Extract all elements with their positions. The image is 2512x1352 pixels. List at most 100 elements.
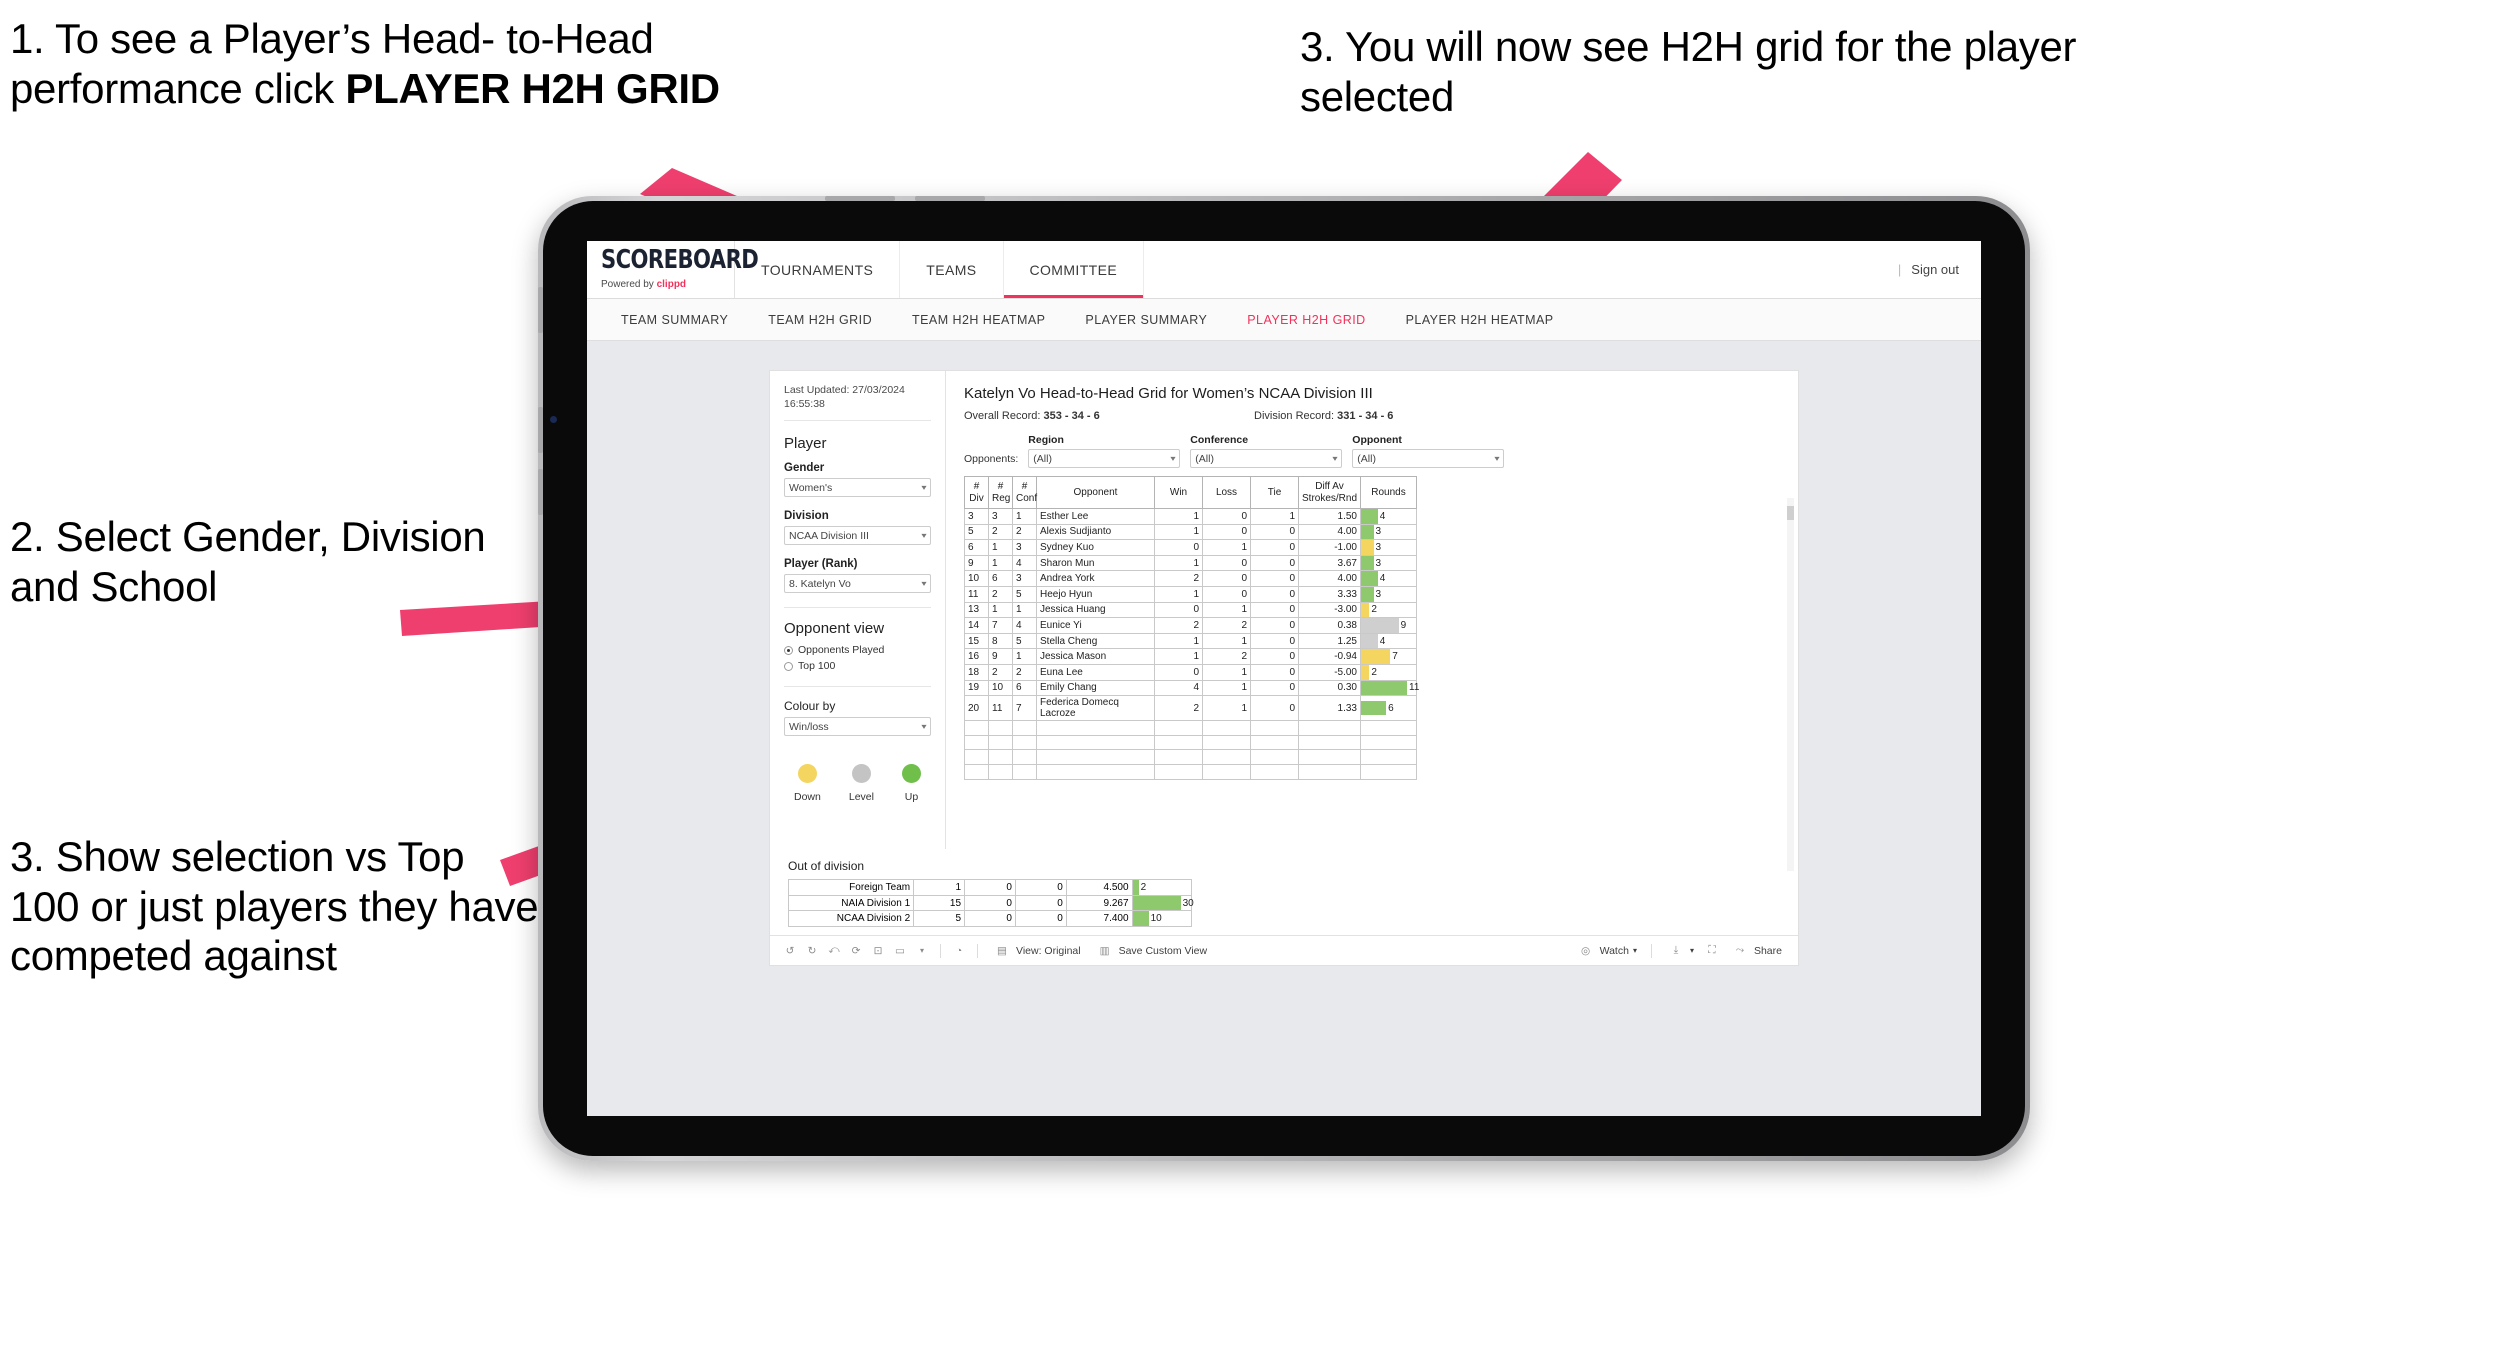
region-select[interactable]: (All) ▾ <box>1028 449 1181 468</box>
revert-icon[interactable]: ⤺ <box>824 941 844 961</box>
table-row[interactable]: 9 1 4 Sharon Mun 1 0 0 3.67 3 <box>964 554 1417 572</box>
cell-reg: 10 <box>988 679 1013 697</box>
table-scrollbar-thumb[interactable] <box>1787 506 1794 520</box>
chevron-down-icon[interactable]: ▾ <box>912 941 932 961</box>
table-row[interactable]: 13 1 1 Jessica Huang 0 1 0 -3.00 2 <box>964 601 1417 619</box>
radio-top-100-label: Top 100 <box>798 660 836 673</box>
cell-rounds: 3 <box>1360 523 1417 541</box>
table-row[interactable]: 15 8 5 Stella Cheng 1 1 0 1.25 4 <box>964 632 1417 650</box>
undo-icon[interactable]: ↺ <box>780 941 800 961</box>
cell-ood-loss: 0 <box>964 910 1016 927</box>
out-of-division-body: Foreign Team 1 0 0 4.500 2 NAIA Division 1 15 0 0… <box>787 879 1194 927</box>
radio-top-100[interactable]: Top 100 <box>784 660 931 672</box>
col-win[interactable]: Win <box>1154 476 1203 509</box>
cell-tie: 0 <box>1250 663 1299 681</box>
power-button[interactable] <box>538 287 543 333</box>
nav-item-teams[interactable]: TEAMS <box>900 241 1004 298</box>
gender-select-value: Women's <box>789 481 833 494</box>
redo-icon[interactable]: ↻ <box>802 941 822 961</box>
table-row[interactable]: 14 7 4 Eunice Yi 2 2 0 0.38 9 <box>964 617 1417 634</box>
cell-div: 6 <box>964 539 989 556</box>
cell-opponent: Heejo Hyun <box>1036 585 1155 603</box>
table-row-empty <box>964 749 1417 765</box>
cell-win: 1 <box>1154 523 1203 541</box>
player-rank-select[interactable]: 8. Katelyn Vo ▾ <box>784 574 931 594</box>
division-select[interactable]: NCAA Division III ▾ <box>784 526 931 546</box>
zoom-icon[interactable]: ▭ <box>890 941 910 961</box>
view-original-button[interactable]: ▤ View: Original <box>986 941 1087 961</box>
table-row[interactable]: 3 3 1 Esther Lee 1 0 1 1.50 4 <box>964 508 1417 525</box>
table-row[interactable]: 5 2 2 Alexis Sudjianto 1 0 0 4.00 3 <box>964 523 1417 541</box>
col-diff-av[interactable]: Diff Av Strokes/Rnd <box>1298 476 1361 509</box>
col-reg[interactable]: # Reg <box>988 476 1013 509</box>
nav-item-committee[interactable]: COMMITTEE <box>1004 241 1145 298</box>
tab-team-h2h-heatmap[interactable]: TEAM H2H HEATMAP <box>892 299 1065 341</box>
col-opponent[interactable]: Opponent <box>1036 476 1155 509</box>
filter-opponent: Opponent (All) ▾ <box>1352 434 1505 468</box>
out-of-division-row[interactable]: Foreign Team 1 0 0 4.500 2 <box>787 879 1193 896</box>
logo-wordmark: SCOREBOARD <box>601 245 759 275</box>
tab-player-h2h-grid[interactable]: PLAYER H2H GRID <box>1227 299 1385 341</box>
volume-down-button[interactable] <box>915 196 985 201</box>
conference-select[interactable]: (All) ▾ <box>1190 449 1343 468</box>
radio-opponents-played[interactable]: Opponents Played <box>784 644 931 656</box>
sidebar-divider-2 <box>784 686 931 688</box>
cell-tie: 0 <box>1250 523 1299 541</box>
table-row[interactable]: 10 6 3 Andrea York 2 0 0 4.00 4 <box>964 570 1417 587</box>
side-button-2[interactable] <box>538 407 543 453</box>
tab-team-summary[interactable]: TEAM SUMMARY <box>601 299 748 341</box>
nav-item-tournaments[interactable]: TOURNAMENTS <box>735 241 901 298</box>
cell-div: 13 <box>964 601 989 619</box>
alert-icon[interactable]: ◔ <box>949 941 969 961</box>
tab-team-h2h-grid[interactable]: TEAM H2H GRID <box>748 299 892 341</box>
tab-player-summary[interactable]: PLAYER SUMMARY <box>1065 299 1227 341</box>
col-conf[interactable]: # Conf <box>1012 476 1037 509</box>
out-of-division-row[interactable]: NAIA Division 1 15 0 0 9.267 30 <box>787 894 1194 912</box>
table-row[interactable]: 6 1 3 Sydney Kuo 0 1 0 -1.00 3 <box>964 539 1417 556</box>
cell-reg: 2 <box>988 523 1013 541</box>
side-button-3[interactable] <box>538 469 543 515</box>
col-tie[interactable]: Tie <box>1250 476 1299 509</box>
refresh-icon[interactable]: ⟳ <box>846 941 866 961</box>
download-button[interactable]: ⤓ ▾ <box>1660 941 1700 961</box>
cell-tie: 0 <box>1250 695 1299 722</box>
app-header: SCOREBOARD Powered by clippd TOURNAMENTS… <box>587 241 1981 299</box>
watch-button[interactable]: ◎ Watch ▾ <box>1570 941 1643 961</box>
col-loss[interactable]: Loss <box>1202 476 1251 509</box>
cell-win: 0 <box>1154 601 1203 619</box>
header-right: | Sign out <box>1898 262 1981 277</box>
volume-up-button[interactable] <box>825 196 895 201</box>
col-div[interactable]: # Div <box>964 476 989 509</box>
filter-region-caption: Region <box>1028 434 1064 446</box>
legend-dot-level-icon <box>851 764 871 784</box>
h2h-table: #Div #Reg #Conf Opponent Win Loss Tie <box>964 476 1419 780</box>
col-rounds[interactable]: Rounds <box>1360 476 1417 509</box>
filters-sidebar: Last Updated: 27/03/2024 16:55:38 Player… <box>770 371 946 850</box>
cell-conf: 1 <box>1012 648 1037 665</box>
gender-select[interactable]: Women's ▾ <box>784 478 931 498</box>
annotation-1-line1: 1. To see a Player’s Head- <box>10 15 495 62</box>
table-row[interactable]: 16 9 1 Jessica Mason 1 2 0 -0.94 7 <box>964 648 1417 665</box>
fullscreen-icon[interactable]: ⛶ <box>1702 941 1722 961</box>
out-of-division-row[interactable]: NCAA Division 2 5 0 0 7.400 10 <box>787 910 1193 927</box>
save-custom-view-button[interactable]: ▥ Save Custom View <box>1089 941 1214 961</box>
table-scrollbar-track[interactable] <box>1787 498 1794 872</box>
table-row[interactable]: 11 2 5 Heejo Hyun 1 0 0 3.33 3 <box>964 585 1417 603</box>
tab-player-h2h-heatmap[interactable]: PLAYER H2H HEATMAP <box>1386 299 1574 341</box>
pause-icon[interactable]: ⊡ <box>868 941 888 961</box>
share-button[interactable]: ⤳ Share <box>1724 941 1788 961</box>
chevron-down-icon: ▾ <box>1494 454 1500 463</box>
colour-by-select[interactable]: Win/loss ▾ <box>784 717 931 737</box>
cell-conf: 4 <box>1012 617 1037 634</box>
cell-conf: 6 <box>1012 679 1037 697</box>
cell-loss: 2 <box>1202 648 1251 665</box>
table-row[interactable]: 20 11 7 Federica Domecq Lacroze 2 1 0 1.33 6 <box>964 695 1417 722</box>
cell-win: 1 <box>1154 648 1203 665</box>
sign-out-link[interactable]: Sign out <box>1911 262 1959 277</box>
opponent-select[interactable]: (All) ▾ <box>1352 449 1505 468</box>
cell-div: 10 <box>964 570 989 587</box>
table-row[interactable]: 19 10 6 Emily Chang 4 1 0 0.30 11 <box>964 679 1419 697</box>
table-row[interactable]: 18 2 2 Euna Lee 0 1 0 -5.00 2 <box>964 663 1417 681</box>
cell-diff: -1.00 <box>1298 539 1361 556</box>
app-logo[interactable]: SCOREBOARD Powered by clippd <box>587 241 759 298</box>
